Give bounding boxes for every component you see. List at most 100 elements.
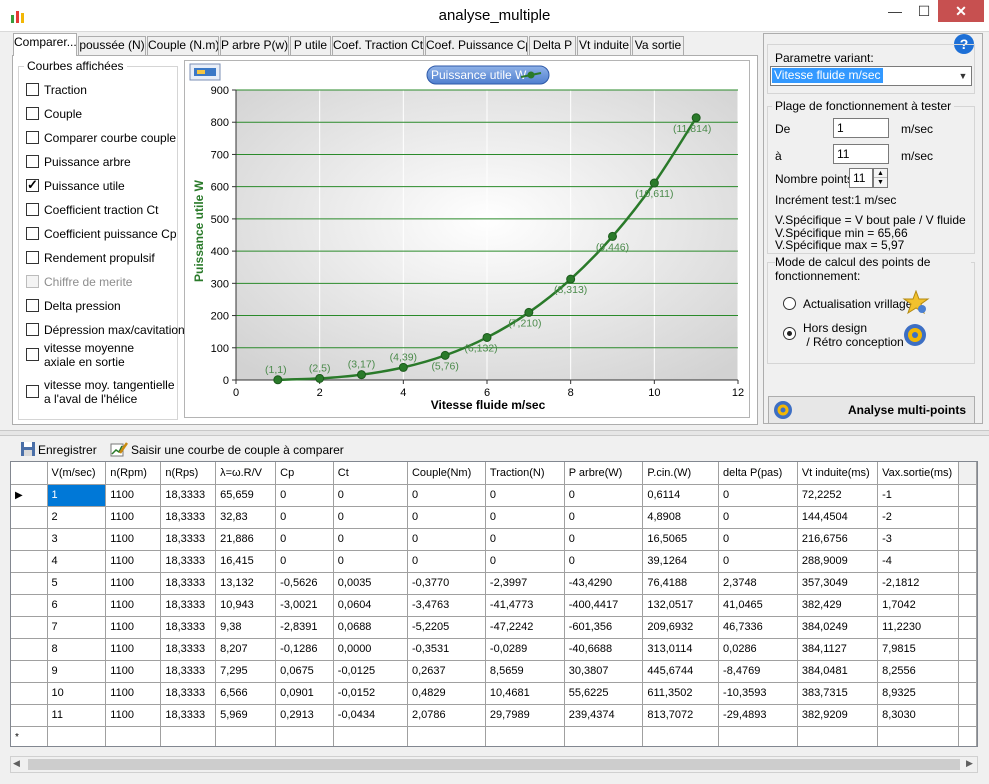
table-cell[interactable]: 76,4188 <box>642 572 720 595</box>
curve-checkbox-10[interactable] <box>26 323 39 336</box>
table-cell[interactable]: 32,83 <box>215 506 277 529</box>
table-cell[interactable]: 10,4681 <box>485 682 565 705</box>
scroll-left-icon[interactable]: ◀ <box>13 758 20 769</box>
table-cell[interactable]: 384,0249 <box>797 616 879 639</box>
table-cell[interactable]: 10,943 <box>215 594 277 617</box>
tab-comparer[interactable]: Comparer... <box>13 33 77 56</box>
table-cell[interactable]: 1,7042 <box>877 594 959 617</box>
table-cell[interactable]: -3,4763 <box>407 594 486 617</box>
table-cell[interactable]: -2 <box>877 506 959 529</box>
new-row[interactable]: * <box>11 726 977 746</box>
radio-actualisation-vrillage[interactable] <box>783 297 796 310</box>
column-header[interactable]: V(m/sec) <box>47 462 107 485</box>
table-cell[interactable]: -400,4417 <box>564 594 644 617</box>
table-cell[interactable]: 0 <box>564 506 644 529</box>
row-header[interactable] <box>11 528 48 551</box>
table-cell[interactable]: 1100 <box>105 484 162 507</box>
table-cell[interactable]: 16,415 <box>215 550 277 573</box>
table-cell[interactable]: 313,0114 <box>642 638 720 661</box>
table-cell[interactable]: 6 <box>47 594 107 617</box>
table-cell[interactable]: 0 <box>564 484 644 507</box>
table-cell[interactable]: 18,3333 <box>160 660 217 683</box>
tab-vt-induite[interactable]: Vt induite <box>577 36 631 55</box>
curve-checkbox-6[interactable] <box>26 227 39 240</box>
table-cell[interactable]: -29,4893 <box>718 704 798 727</box>
table-cell[interactable]: 46,7336 <box>718 616 798 639</box>
table-cell[interactable]: 288,9009 <box>797 550 879 573</box>
column-header[interactable]: Vax.sortie(ms) <box>877 462 959 485</box>
table-cell[interactable]: 30,3807 <box>564 660 644 683</box>
tab-p-arbre[interactable]: P arbre P(w) <box>220 36 289 55</box>
table-cell[interactable]: 3 <box>47 528 107 551</box>
data-point[interactable] <box>440 350 450 360</box>
table-cell[interactable]: -2,1812 <box>877 572 959 595</box>
row-header[interactable] <box>11 506 48 529</box>
curve-checkbox-12[interactable] <box>26 385 39 398</box>
scroll-right-icon[interactable]: ▶ <box>966 758 973 769</box>
data-point[interactable] <box>524 307 534 317</box>
curve-checkbox-0[interactable] <box>26 83 39 96</box>
table-cell[interactable]: 0,0000 <box>333 638 408 661</box>
row-header[interactable] <box>11 704 48 727</box>
data-point[interactable] <box>608 231 617 241</box>
empty-cell[interactable] <box>718 726 798 746</box>
table-cell[interactable]: 1100 <box>105 704 162 727</box>
column-header[interactable]: Couple(Nm) <box>407 462 486 485</box>
table-cell[interactable]: 65,659 <box>215 484 277 507</box>
data-point[interactable] <box>357 370 366 380</box>
table-cell[interactable]: 144,4504 <box>797 506 879 529</box>
table-cell[interactable]: 2,0786 <box>407 704 486 727</box>
table-cell[interactable]: 8,2556 <box>877 660 959 683</box>
table-cell[interactable]: 383,7315 <box>797 682 879 705</box>
de-input[interactable]: 1 <box>833 118 889 138</box>
curve-checkbox-4[interactable] <box>26 177 39 193</box>
table-cell[interactable]: -5,2205 <box>407 616 486 639</box>
table-cell[interactable]: 239,4374 <box>564 704 644 727</box>
table-cell[interactable]: 41,0465 <box>718 594 798 617</box>
table-cell[interactable]: 18,3333 <box>160 550 217 573</box>
empty-cell[interactable] <box>877 726 959 746</box>
table-cell[interactable]: 0,6114 <box>642 484 720 507</box>
table-row[interactable]: 6 1100 18,3333 10,943 -3,0021 0,0604 -3,4763 -4… <box>11 594 977 617</box>
table-cell[interactable]: 0 <box>485 528 565 551</box>
table-cell[interactable]: 0 <box>333 506 408 529</box>
table-cell[interactable]: 0,0604 <box>333 594 408 617</box>
table-cell[interactable]: 1 <box>47 484 107 507</box>
table-cell[interactable]: 0,0901 <box>275 682 334 705</box>
table-cell[interactable]: 1100 <box>105 506 162 529</box>
table-row[interactable]: 5 1100 18,3333 13,132 -0,5626 0,0035 -0,3770 -2… <box>11 572 977 595</box>
table-cell[interactable]: -4 <box>877 550 959 573</box>
data-point[interactable] <box>315 373 325 383</box>
empty-cell[interactable] <box>47 726 107 746</box>
edit-curve-icon[interactable] <box>110 441 128 457</box>
new-row-marker[interactable]: * <box>11 726 48 746</box>
tab-coef-traction[interactable]: Coef. Traction Ct <box>332 36 424 55</box>
table-row[interactable]: 10 1100 18,3333 6,566 0,0901 -0,0152 0,4829 10,… <box>11 682 977 705</box>
tab-coef-puissance[interactable]: Coef. Puissance Cp <box>425 36 528 55</box>
row-header[interactable] <box>11 550 48 573</box>
table-cell[interactable]: 0 <box>718 528 798 551</box>
table-cell[interactable]: 0 <box>275 484 334 507</box>
table-cell[interactable]: -10,3593 <box>718 682 798 705</box>
nb-points-input[interactable]: 11 <box>849 168 873 188</box>
table-cell[interactable]: 1100 <box>105 682 162 705</box>
column-header[interactable]: n(Rpm) <box>105 462 162 485</box>
table-cell[interactable]: 357,3049 <box>797 572 879 595</box>
table-cell[interactable]: 611,3502 <box>642 682 720 705</box>
empty-cell[interactable] <box>105 726 162 746</box>
table-cell[interactable]: -601,356 <box>564 616 644 639</box>
a-input[interactable]: 11 <box>833 144 889 164</box>
save-icon[interactable] <box>20 441 36 457</box>
empty-cell[interactable] <box>160 726 217 746</box>
table-row[interactable]: 11 1100 18,3333 5,969 0,2913 -0,0434 2,0786 29,… <box>11 704 977 727</box>
row-header[interactable] <box>11 660 48 683</box>
table-cell[interactable]: 0,0035 <box>333 572 408 595</box>
table-cell[interactable]: -0,5626 <box>275 572 334 595</box>
tab-p-utile[interactable]: P utile <box>290 36 331 55</box>
splitter-handle[interactable] <box>0 430 989 436</box>
table-cell[interactable]: -41,4773 <box>485 594 565 617</box>
data-point[interactable] <box>691 113 701 123</box>
table-cell[interactable]: 209,6932 <box>642 616 720 639</box>
table-cell[interactable]: -0,0125 <box>333 660 408 683</box>
table-cell[interactable]: 11,2230 <box>877 616 959 639</box>
